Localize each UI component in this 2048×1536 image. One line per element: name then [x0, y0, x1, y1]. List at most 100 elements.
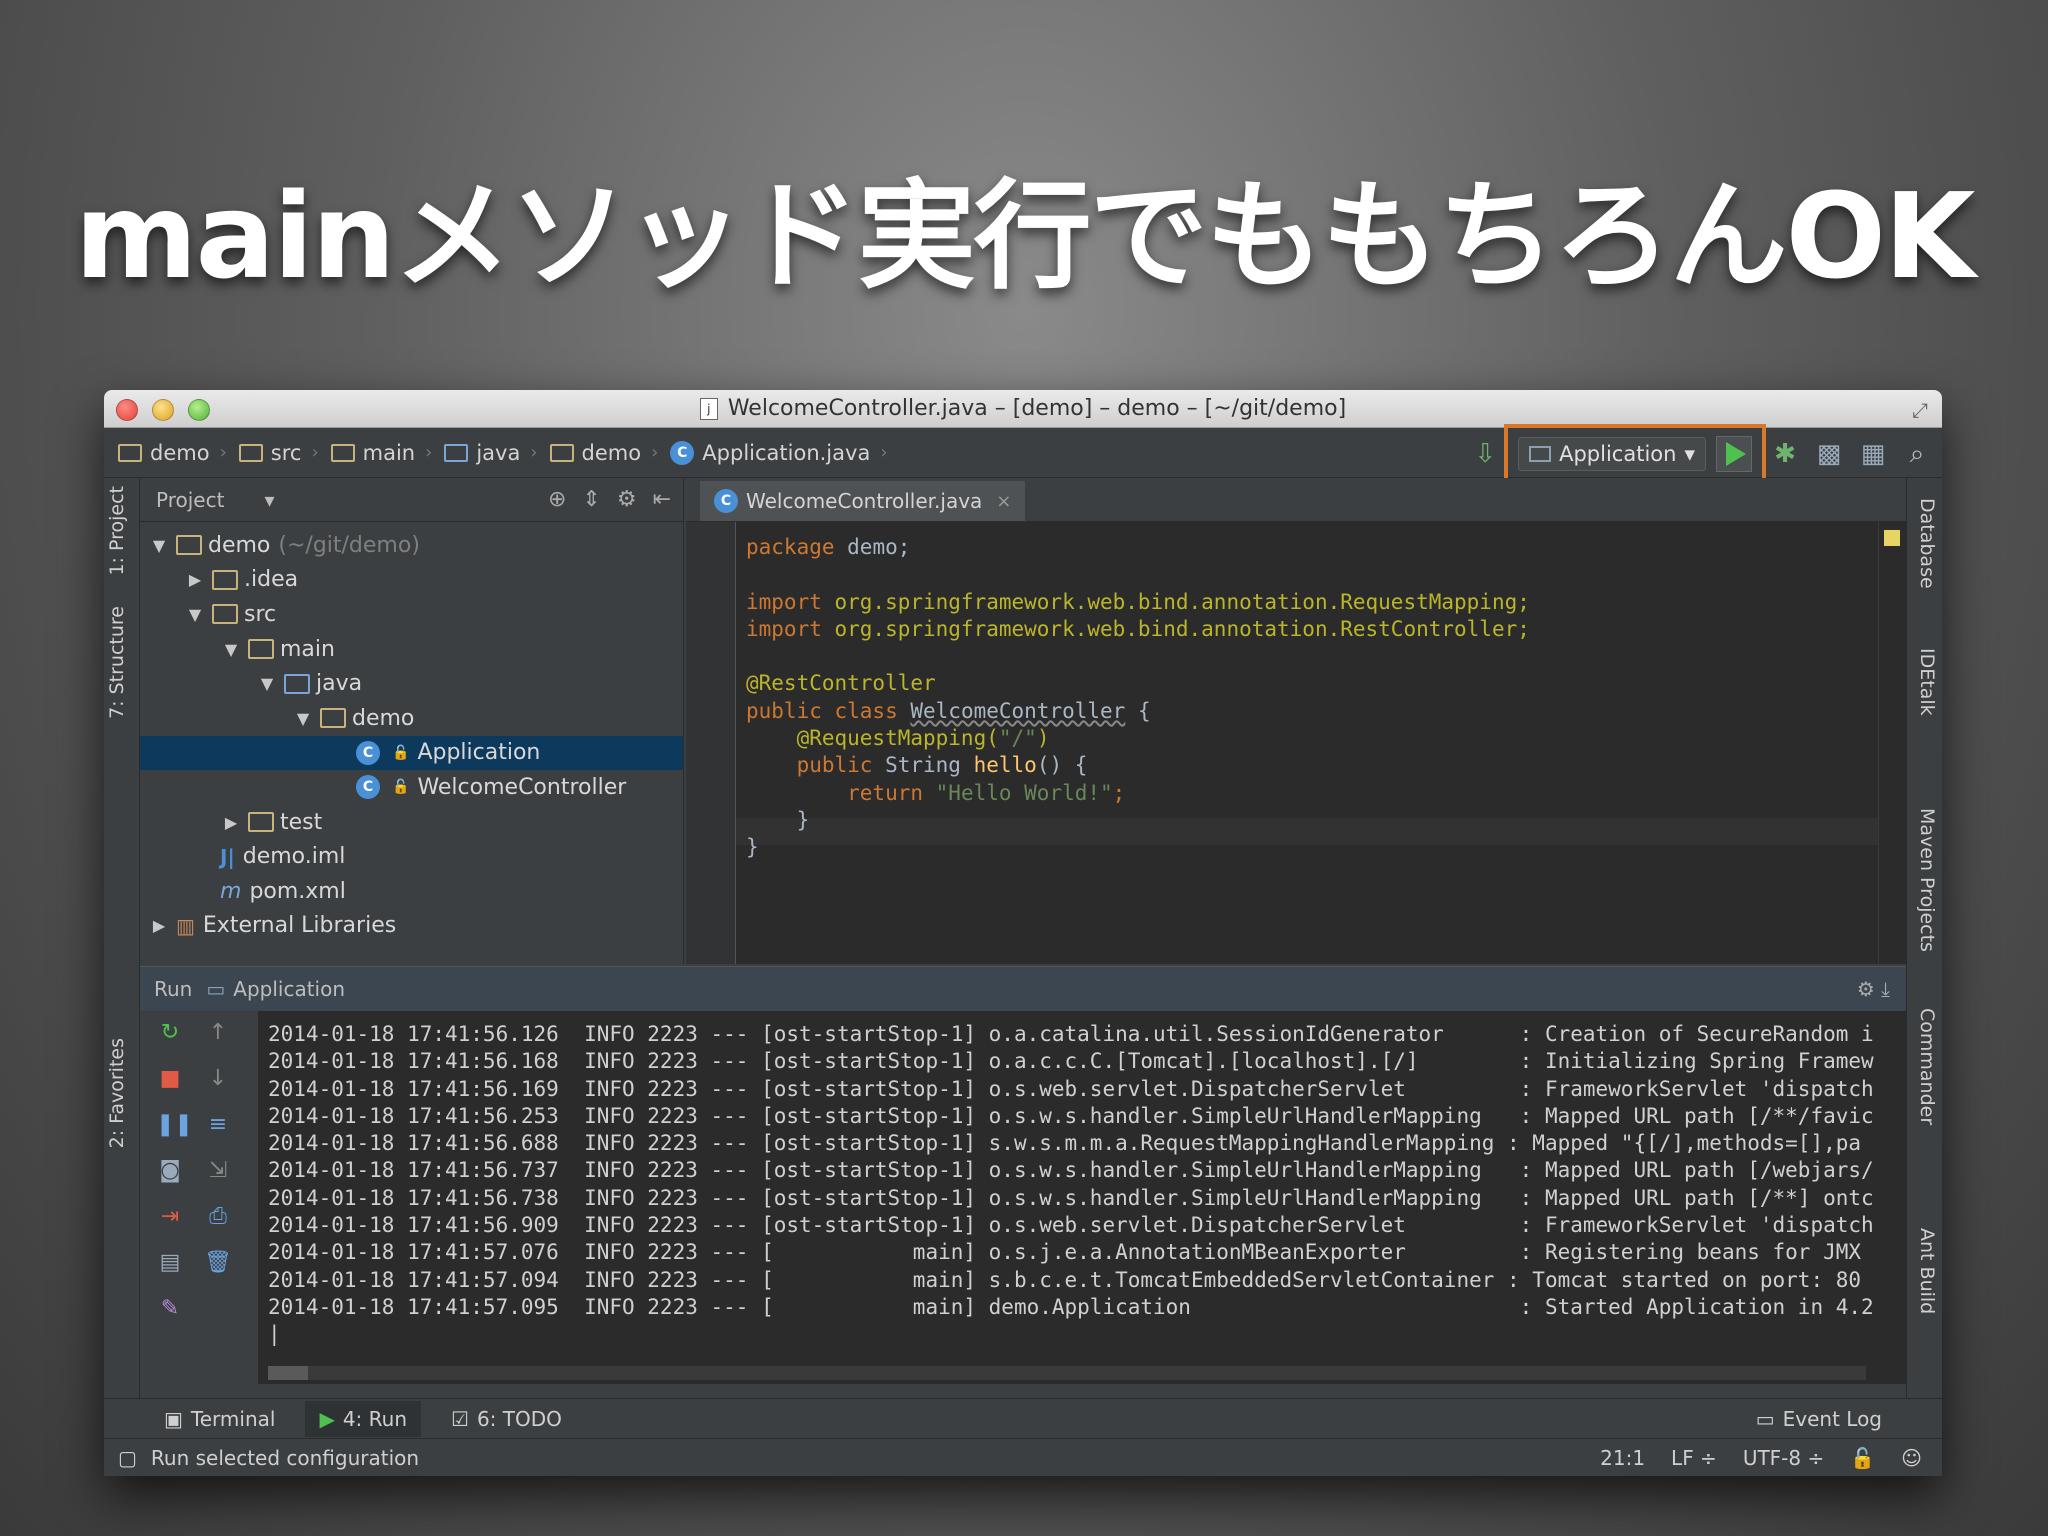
left-tool-strip: 1: Project 7: Structure 2: Favorites — [104, 478, 140, 1416]
zoom-window-button[interactable] — [188, 399, 210, 421]
caret-position[interactable]: 21:1 — [1600, 1446, 1645, 1470]
tab-commander[interactable]: Commander — [1916, 1008, 1938, 1125]
debug-icon[interactable]: ✱ — [1770, 439, 1800, 469]
breadcrumb-package-demo[interactable]: demo › — [549, 441, 658, 465]
source-folder-icon — [284, 673, 310, 694]
window-title: WelcomeController.java – [demo] – demo –… — [727, 396, 1347, 421]
inspector-icon[interactable]: ☺ — [1901, 1446, 1922, 1470]
close-window-button[interactable] — [116, 399, 138, 421]
tree-item-idea[interactable]: ▶ .idea — [140, 563, 683, 598]
window-icon — [1529, 446, 1552, 462]
tab-idetalk[interactable]: IDEtalk — [1916, 648, 1938, 716]
tab-maven-projects[interactable]: Maven Projects — [1916, 808, 1938, 952]
breadcrumb-main[interactable]: main › — [330, 441, 432, 465]
pause-icon[interactable]: ❚❚ — [156, 1111, 193, 1139]
layout-icon[interactable]: ▤ — [156, 1249, 184, 1277]
project-view-select[interactable]: Project — [156, 488, 224, 512]
tree-item-src[interactable]: ▼ src — [140, 597, 683, 632]
build-icon[interactable]: ⇩ — [1470, 439, 1500, 469]
tab-project[interactable]: 1: Project — [106, 486, 128, 576]
gear-icon[interactable]: ⚙ — [617, 487, 637, 512]
run-config-tab[interactable]: Application — [233, 977, 345, 1001]
project-structure-icon[interactable]: ▦ — [1858, 439, 1888, 469]
camera-icon[interactable]: ◙ — [156, 1157, 184, 1185]
editor-area: C WelcomeController.java × package demo;… — [686, 478, 1906, 964]
close-icon[interactable]: × — [996, 491, 1011, 512]
warning-marker[interactable] — [1884, 530, 1900, 546]
tab-structure[interactable]: 7: Structure — [106, 606, 128, 719]
breadcrumb-application-java[interactable]: C Application.java › — [670, 440, 888, 465]
library-icon: ▥ — [176, 913, 195, 938]
console-output[interactable]: 2014-01-18 17:41:56.126 INFO 2223 --- [o… — [258, 1011, 1906, 1384]
tree-item-package-demo[interactable]: ▼ demo — [140, 701, 683, 736]
main-toolbar: ⇩ Application ▾ ✱ ▩ ▦ ⌕ — [1470, 424, 1932, 484]
tree-item-application[interactable]: C 🔓 Application — [140, 735, 683, 771]
project-panel: Project ▾ ⊕ ⇕ ⚙ ⇤ ▼ demo (~/git/demo) ▶ — [140, 478, 684, 964]
folder-icon — [212, 604, 238, 625]
scroll-from-source-icon[interactable]: ⊕ — [548, 487, 566, 512]
folder-icon — [248, 639, 274, 660]
title-bar: j WelcomeController.java – [demo] – demo… — [104, 390, 1942, 428]
folder-icon — [248, 812, 274, 833]
search-icon[interactable]: ⌕ — [1902, 439, 1932, 470]
run-panel: Run ▭ Application ⚙ ⤓ ↻ ■ ❚❚ ◙ ⇥ ▤ ✎ ↑ ↓ — [140, 966, 1906, 1384]
arrow-down-icon[interactable]: ↓ — [204, 1065, 232, 1093]
breadcrumb-demo[interactable]: demo › — [118, 441, 227, 465]
class-icon: C — [714, 489, 738, 513]
file-encoding[interactable]: UTF-8 ÷ — [1743, 1446, 1824, 1470]
toggle-tool-windows-icon[interactable]: ▢ — [118, 1446, 137, 1470]
ide-body: 1: Project 7: Structure 2: Favorites Dat… — [104, 478, 1942, 1476]
breadcrumb-java[interactable]: java › — [444, 441, 538, 465]
project-panel-header: Project ▾ ⊕ ⇕ ⚙ ⇤ — [140, 478, 683, 522]
tab-ant-build[interactable]: Ant Build — [1916, 1228, 1938, 1314]
module-icon — [176, 535, 202, 556]
hide-panel-icon[interactable]: ⇤ — [653, 487, 671, 512]
run-toolbar: ↻ ■ ❚❚ ◙ ⇥ ▤ ✎ ↑ ↓ ≡ ⇲ ⎙ 🗑 — [140, 1011, 250, 1384]
tab-database[interactable]: Database — [1916, 498, 1938, 589]
tree-item-external-libraries[interactable]: ▶ ▥ External Libraries — [140, 909, 683, 944]
source-folder-icon — [444, 443, 469, 462]
tree-item-test[interactable]: ▶ test — [140, 805, 683, 840]
code-editor[interactable]: package demo; import org.springframework… — [746, 534, 1530, 862]
iml-file-icon: J| — [220, 844, 235, 869]
tree-item-demo-iml[interactable]: J| demo.iml — [140, 839, 683, 874]
print-icon[interactable]: ⎙ — [204, 1203, 232, 1231]
tree-item-pom-xml[interactable]: m pom.xml — [140, 874, 683, 909]
line-separator[interactable]: LF ÷ — [1671, 1446, 1717, 1470]
tree-item-java[interactable]: ▼ java — [140, 666, 683, 701]
tree-item-welcomecontroller[interactable]: C 🔓 WelcomeController — [140, 770, 683, 805]
gear-icon[interactable]: ⚙ ⤓ — [1857, 977, 1890, 1001]
arrow-up-icon[interactable]: ↑ — [204, 1019, 232, 1047]
soft-wrap-icon[interactable]: ≡ — [204, 1111, 232, 1139]
pin-icon[interactable]: ✎ — [156, 1295, 184, 1323]
right-tool-strip: Database IDEtalk Maven Projects Commande… — [1906, 478, 1942, 1416]
folder-icon — [330, 443, 355, 462]
coverage-icon[interactable]: ▩ — [1814, 439, 1844, 469]
editor-tab-welcomecontroller[interactable]: C WelcomeController.java × — [700, 481, 1026, 521]
scroll-to-end-icon[interactable]: ⇲ — [204, 1157, 232, 1185]
tab-favorites[interactable]: 2: Favorites — [106, 1038, 128, 1148]
run-panel-header: Run ▭ Application ⚙ ⤓ — [140, 967, 1906, 1011]
breadcrumb-src[interactable]: src › — [238, 441, 319, 465]
collapse-all-icon[interactable]: ⇕ — [582, 487, 600, 512]
run-config-select[interactable]: Application ▾ — [1518, 437, 1706, 471]
package-icon — [549, 443, 574, 462]
fullscreen-icon[interactable]: ⤢ — [1912, 398, 1928, 422]
stop-icon[interactable]: ■ — [156, 1065, 184, 1093]
console-horizontal-scrollbar[interactable] — [268, 1366, 1866, 1380]
exit-icon[interactable]: ⇥ — [156, 1203, 184, 1231]
play-icon: ▶ — [319, 1406, 335, 1431]
tree-item-demo[interactable]: ▼ demo (~/git/demo) — [140, 528, 683, 563]
run-button[interactable] — [1716, 436, 1752, 472]
chevron-down-icon: ▾ — [1684, 442, 1695, 466]
rerun-icon[interactable]: ↻ — [156, 1019, 184, 1047]
tab-run[interactable]: ▶ 4: Run — [305, 1400, 421, 1437]
lock-icon[interactable]: 🔓 — [1850, 1446, 1875, 1470]
tab-event-log[interactable]: ▭ Event Log — [1756, 1407, 1882, 1431]
tree-item-main[interactable]: ▼ main — [140, 632, 683, 667]
trash-icon[interactable]: 🗑 — [204, 1249, 232, 1277]
tab-todo[interactable]: ☑ 6: TODO — [451, 1407, 562, 1431]
editor-scrollbar[interactable] — [1878, 522, 1906, 964]
tab-terminal[interactable]: ▣ Terminal — [164, 1407, 275, 1431]
minimize-window-button[interactable] — [152, 399, 174, 421]
